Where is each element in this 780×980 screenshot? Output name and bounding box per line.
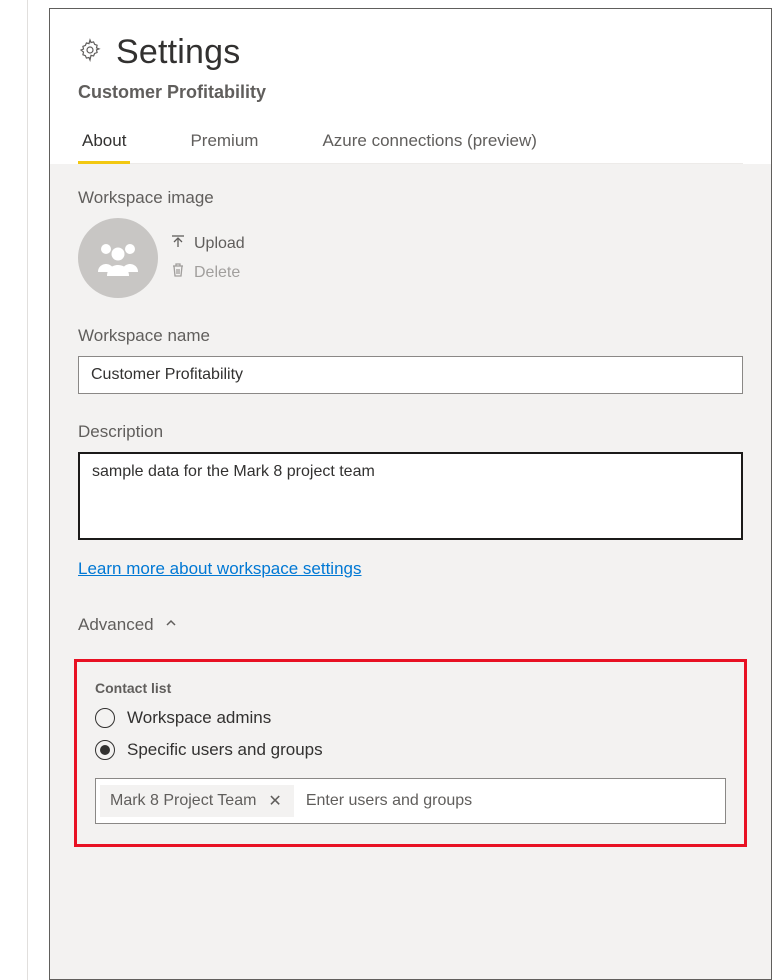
contact-list-section: Contact list Workspace admins Specific u… bbox=[74, 659, 747, 847]
advanced-toggle[interactable]: Advanced bbox=[78, 615, 743, 635]
tab-content-about: Workspace image bbox=[50, 164, 771, 979]
radio-workspace-admins[interactable]: Workspace admins bbox=[95, 708, 726, 728]
gear-icon bbox=[78, 38, 102, 67]
radio-icon bbox=[95, 708, 115, 728]
workspace-avatar bbox=[78, 218, 158, 298]
tab-premium[interactable]: Premium bbox=[186, 121, 262, 164]
chevron-up-icon bbox=[164, 615, 178, 635]
left-nav-strip bbox=[0, 0, 28, 980]
tab-about[interactable]: About bbox=[78, 121, 130, 164]
workspace-image-label: Workspace image bbox=[78, 188, 743, 208]
title-row: Settings bbox=[78, 33, 743, 72]
upload-icon bbox=[170, 233, 186, 254]
page-title: Settings bbox=[116, 33, 240, 72]
chip-remove-icon[interactable]: ✕ bbox=[266, 791, 283, 811]
chip-label: Mark 8 Project Team bbox=[110, 792, 256, 810]
radio-icon-selected bbox=[95, 740, 115, 760]
delete-label: Delete bbox=[194, 264, 240, 282]
trash-icon bbox=[170, 262, 186, 283]
upload-button[interactable]: Upload bbox=[170, 233, 245, 254]
settings-panel: Settings Customer Profitability About Pr… bbox=[49, 8, 772, 980]
description-textarea[interactable] bbox=[78, 452, 743, 540]
learn-more-link[interactable]: Learn more about workspace settings bbox=[78, 559, 362, 579]
advanced-label: Advanced bbox=[78, 615, 154, 635]
workspace-image-actions: Upload Delete bbox=[170, 233, 245, 283]
workspace-name-label: Workspace name bbox=[78, 326, 743, 346]
workspace-image-row: Upload Delete bbox=[78, 218, 743, 298]
radio-specific-users[interactable]: Specific users and groups bbox=[95, 740, 726, 760]
tab-azure-connections[interactable]: Azure connections (preview) bbox=[318, 121, 540, 164]
radio-admins-label: Workspace admins bbox=[127, 708, 271, 728]
panel-header: Settings Customer Profitability About Pr… bbox=[50, 9, 771, 164]
people-picker[interactable]: Mark 8 Project Team ✕ bbox=[95, 778, 726, 824]
radio-specific-label: Specific users and groups bbox=[127, 740, 323, 760]
description-label: Description bbox=[78, 422, 743, 442]
upload-label: Upload bbox=[194, 235, 245, 253]
workspace-name-block: Workspace name bbox=[78, 326, 743, 394]
people-picker-input[interactable] bbox=[294, 783, 721, 819]
delete-button[interactable]: Delete bbox=[170, 262, 245, 283]
contact-list-label: Contact list bbox=[95, 680, 726, 696]
workspace-name-input[interactable] bbox=[78, 356, 743, 394]
workspace-subtitle: Customer Profitability bbox=[78, 82, 743, 103]
description-block: Description Learn more about workspace s… bbox=[78, 422, 743, 579]
tabs: About Premium Azure connections (preview… bbox=[78, 121, 743, 164]
user-chip: Mark 8 Project Team ✕ bbox=[100, 785, 294, 817]
